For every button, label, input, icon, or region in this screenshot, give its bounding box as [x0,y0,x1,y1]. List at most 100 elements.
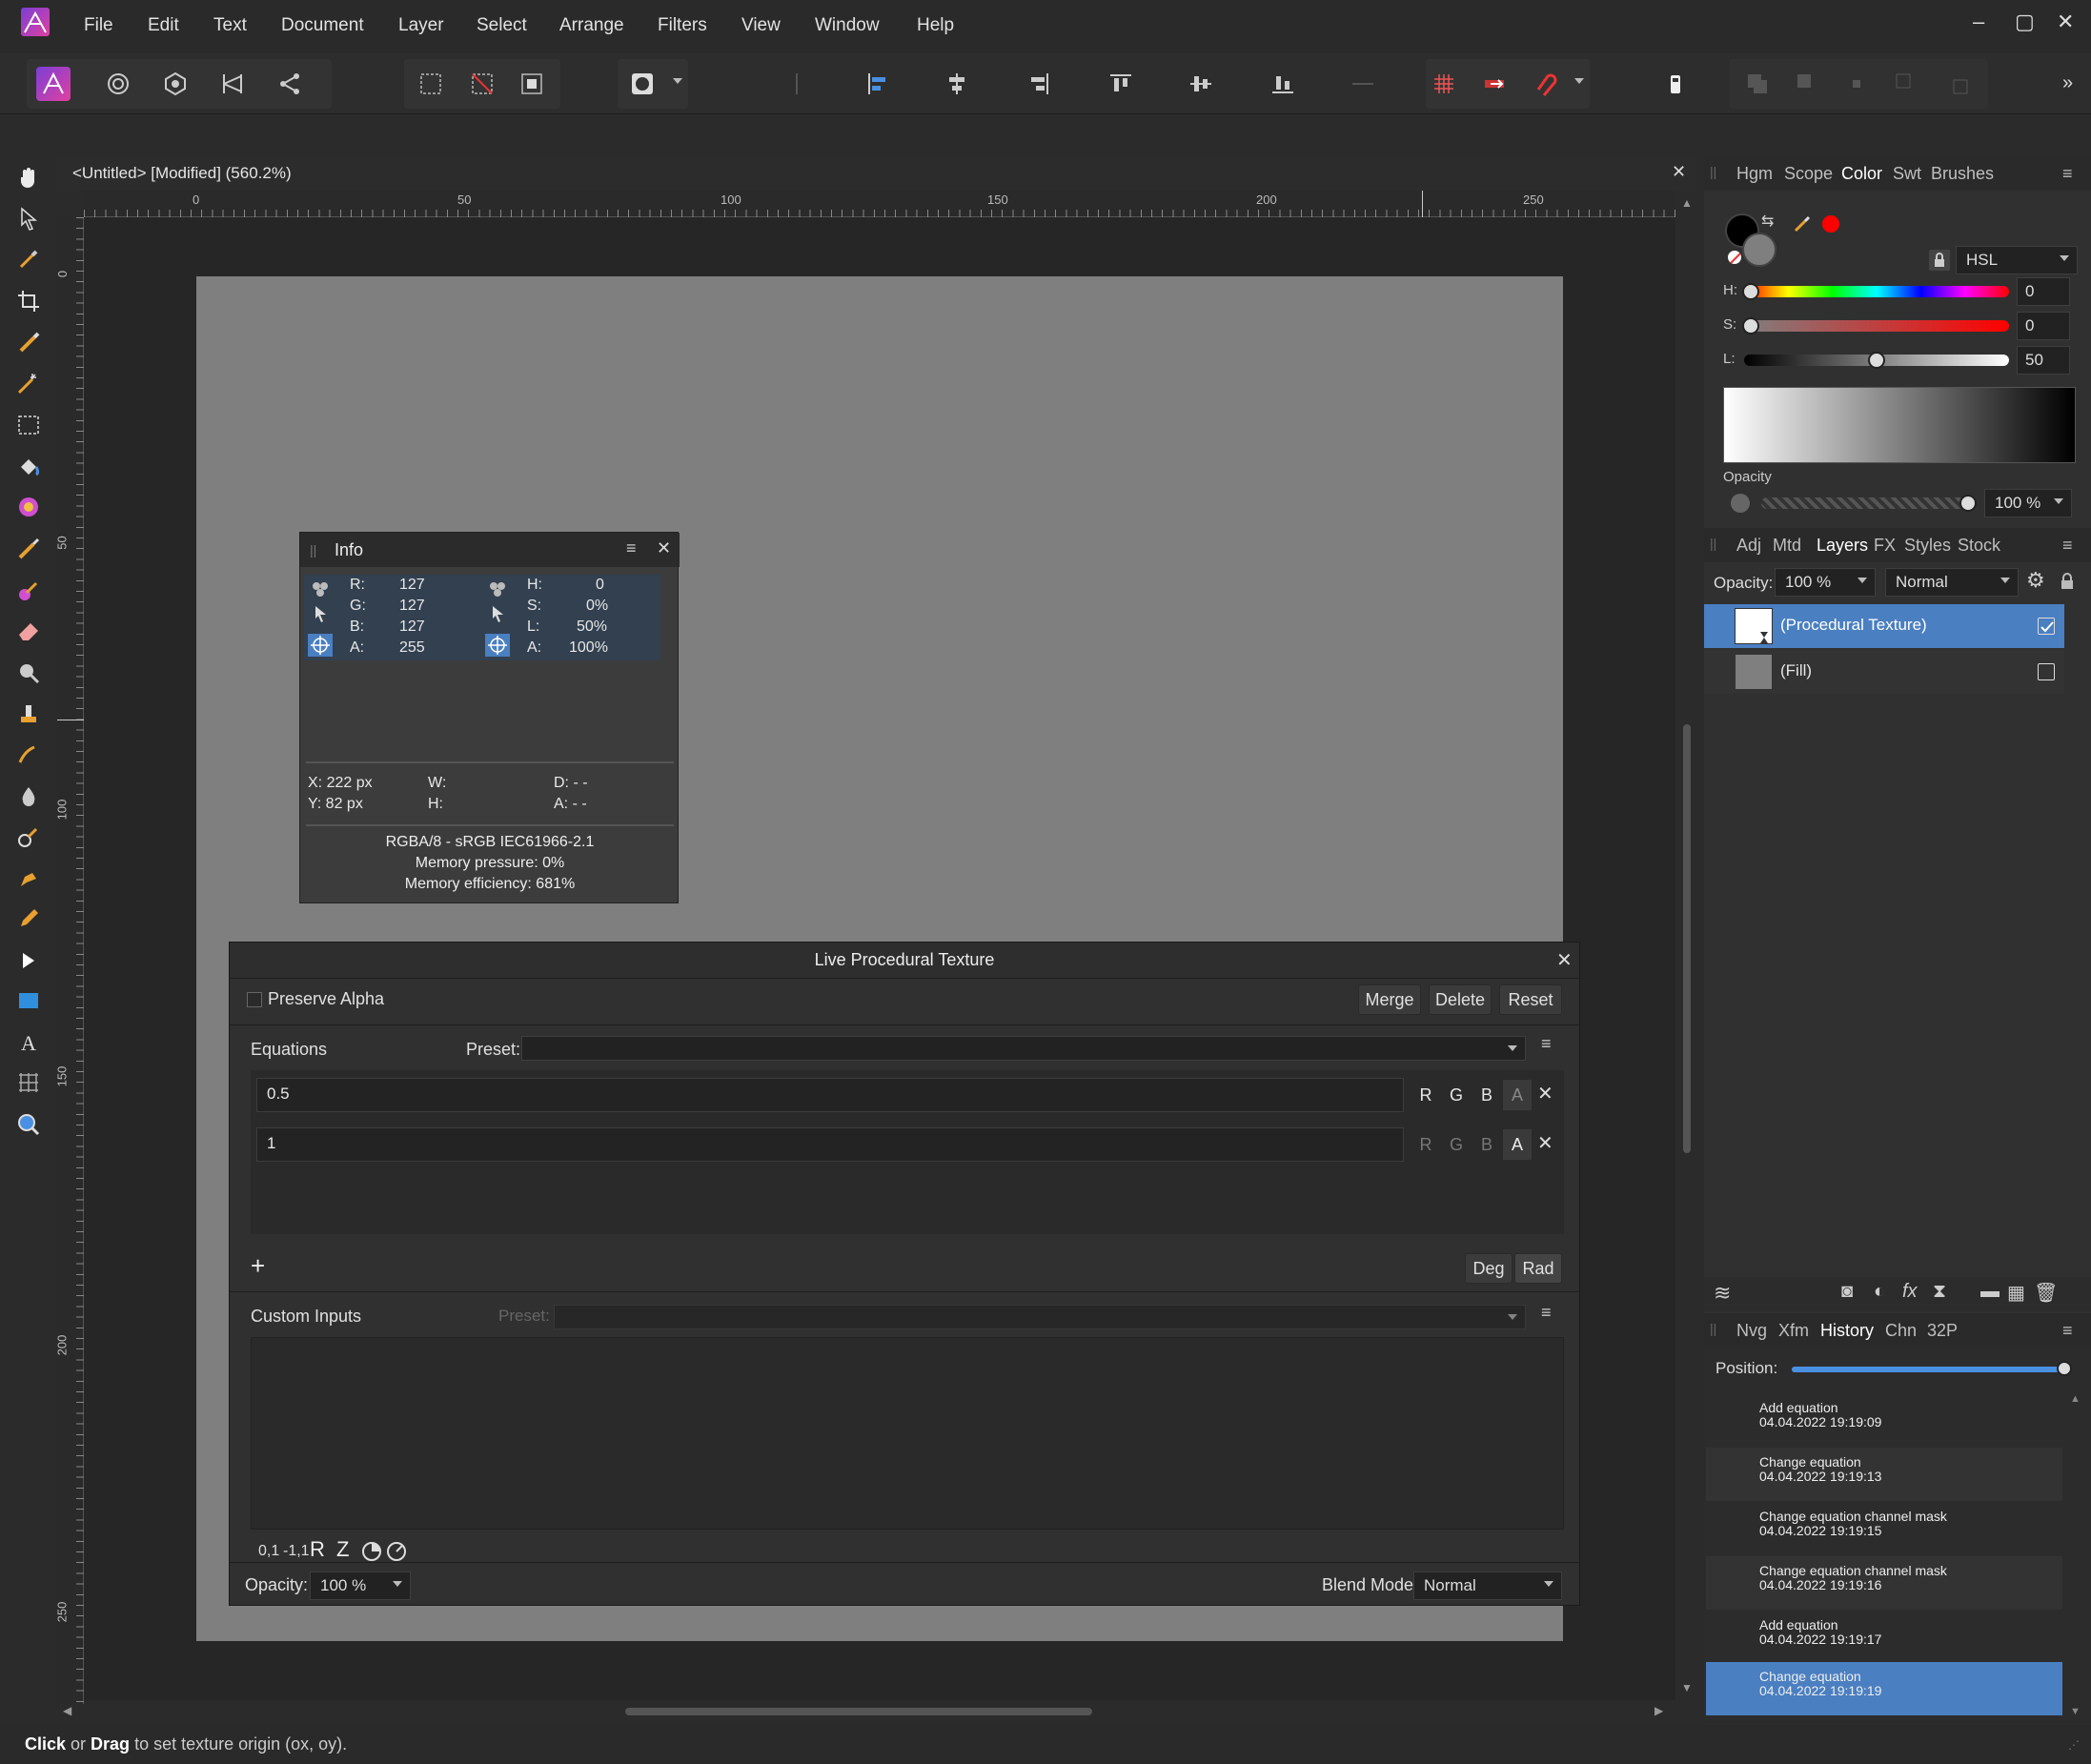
tab-metadata[interactable]: Mtd [1773,536,1801,556]
resize-grip-icon[interactable]: ⋰ [2068,1738,2080,1752]
align-right-icon[interactable] [1022,67,1056,101]
tab-layers[interactable]: Layers [1817,536,1868,556]
grid-icon[interactable] [1427,67,1461,101]
align-center-icon[interactable] [940,67,974,101]
panel-menu-icon[interactable]: ≡ [2062,536,2073,556]
menu-arrange[interactable]: Arrange [559,15,624,36]
history-scroll-down-icon[interactable]: ▼ [2070,1706,2081,1717]
input-integer[interactable]: Z [336,1537,349,1562]
picked-color-swatch[interactable] [1822,215,1839,233]
node-tool-icon[interactable] [11,943,46,978]
align-top-icon[interactable] [1104,67,1138,101]
paint-brush-icon[interactable] [11,532,46,566]
delete-button[interactable]: Delete [1429,984,1492,1015]
align-middle-icon[interactable] [1184,67,1218,101]
crop-tool-icon[interactable] [11,284,46,318]
close-dialog-icon[interactable]: ✕ [1556,948,1573,972]
target-icon[interactable] [485,634,510,657]
position-slider-knob[interactable] [2057,1361,2072,1376]
merge-button[interactable]: Merge [1358,984,1421,1015]
trash-icon[interactable]: 🗑 [2034,1281,2058,1305]
drag-handle-icon[interactable]: || [310,542,316,558]
opacity-value-dropdown[interactable]: 100 % [1984,489,2072,517]
lightness-slider-knob[interactable] [1868,352,1885,369]
pointer-icon[interactable] [487,603,508,624]
opacity-dropdown[interactable]: 100 % [310,1571,411,1600]
quick-mask-dropdown-icon[interactable] [673,78,682,84]
align-bottom-icon[interactable] [1266,67,1300,101]
info-panel-header[interactable]: || Info ≡ ✕ [300,533,680,567]
eq2-channel-b[interactable]: B [1472,1129,1501,1160]
equation-2-field[interactable]: 1 [256,1127,1404,1162]
saturation-slider-knob[interactable] [1742,317,1759,335]
target-icon[interactable] [308,634,333,657]
equation-preset-dropdown[interactable] [521,1036,1526,1061]
menu-edit[interactable]: Edit [148,15,179,36]
color-model-dropdown[interactable]: HSL [1956,246,2078,274]
selection-brush-icon[interactable] [11,326,46,360]
horizontal-scrollbar[interactable] [625,1708,1092,1715]
preserve-alpha-checkbox[interactable] [247,992,262,1007]
blend-mode-dropdown[interactable]: Normal [1413,1571,1562,1600]
input-range-neg11[interactable]: -1,1 [283,1543,310,1560]
color-picker-icon[interactable] [11,242,46,276]
menu-document[interactable]: Document [281,15,364,36]
fx-icon[interactable]: fx [1902,1281,1918,1303]
eq2-channel-r[interactable]: R [1411,1129,1440,1160]
photo-persona-icon[interactable] [36,67,71,101]
smudge-icon[interactable] [11,738,46,772]
history-item-selected[interactable]: Change equation 04.04.2022 19:19:19 [1706,1662,2062,1715]
custom-preset-menu-icon[interactable]: ≡ [1541,1303,1552,1323]
custom-preset-dropdown[interactable] [554,1305,1526,1329]
close-document-icon[interactable]: ✕ [1672,162,1686,182]
pen-tool-icon[interactable] [11,862,46,896]
panel-menu-icon[interactable]: ≡ [2062,1321,2073,1341]
pointer-icon[interactable] [310,603,331,624]
history-item[interactable]: Add equation 04.04.2022 19:19:17 [1706,1611,2062,1664]
panel-menu-icon[interactable]: ≡ [626,538,637,558]
saturation-slider[interactable] [1744,320,2009,332]
blur-icon[interactable] [11,780,46,814]
add-pixel-layer-icon[interactable]: ▦ [2007,1281,2025,1305]
menu-view[interactable]: View [741,15,781,36]
deselect-icon[interactable] [465,67,499,101]
dialog-title-bar[interactable]: Live Procedural Texture ✕ [230,943,1579,979]
gradient-icon[interactable] [11,490,46,524]
history-item[interactable]: Change equation channel mask 04.04.2022 1… [1706,1502,2062,1555]
rectangle-tool-icon[interactable] [11,983,46,1018]
lock-icon[interactable] [1929,250,1950,271]
angle-input-icon[interactable] [386,1541,407,1562]
flood-fill-icon[interactable] [11,450,46,484]
tab-scope[interactable]: Scope [1784,164,1833,184]
menu-text[interactable]: Text [213,15,247,36]
tone-mapping-persona-icon[interactable] [215,67,250,101]
tab-channels[interactable]: Chn [1885,1321,1917,1341]
liquify-persona-icon[interactable] [101,67,135,101]
preset-menu-icon[interactable]: ≡ [1541,1034,1552,1054]
history-item[interactable]: Change equation 04.04.2022 19:19:13 [1706,1448,2062,1501]
force-pixel-icon[interactable] [1477,67,1512,101]
close-info-icon[interactable]: ✕ [657,538,671,558]
menu-file[interactable]: File [84,15,113,36]
snapping-dropdown-icon[interactable] [1574,78,1584,84]
layer-row-procedural-texture[interactable]: (Procedural Texture) [1704,604,2064,648]
layer-visibility-checkbox[interactable] [2038,618,2055,635]
swap-colors-icon[interactable]: ⇆ [1761,212,1774,231]
gear-icon[interactable]: ⚙ [2026,568,2045,593]
eq2-channel-a[interactable]: A [1503,1129,1532,1160]
tab-histogram[interactable]: Hgm [1736,164,1773,184]
remove-equation-1-icon[interactable]: ✕ [1537,1082,1553,1105]
history-item[interactable]: Add equation 04.04.2022 19:19:09 [1706,1393,2062,1447]
saturation-value[interactable]: 0 [2017,312,2070,340]
menu-window[interactable]: Window [815,15,880,36]
hue-slider-knob[interactable] [1742,283,1759,300]
invert-selection-icon[interactable] [515,67,549,101]
secondary-color-swatch[interactable] [1742,233,1776,267]
remove-equation-2-icon[interactable]: ✕ [1537,1131,1553,1155]
lightness-gradient-preview[interactable] [1723,387,2076,463]
export-persona-icon[interactable] [273,67,307,101]
mesh-warp-icon[interactable] [11,1065,46,1100]
input-range-01[interactable]: 0,1 [258,1543,279,1560]
tab-stock[interactable]: Stock [1958,536,2000,556]
menu-select[interactable]: Select [477,15,527,36]
